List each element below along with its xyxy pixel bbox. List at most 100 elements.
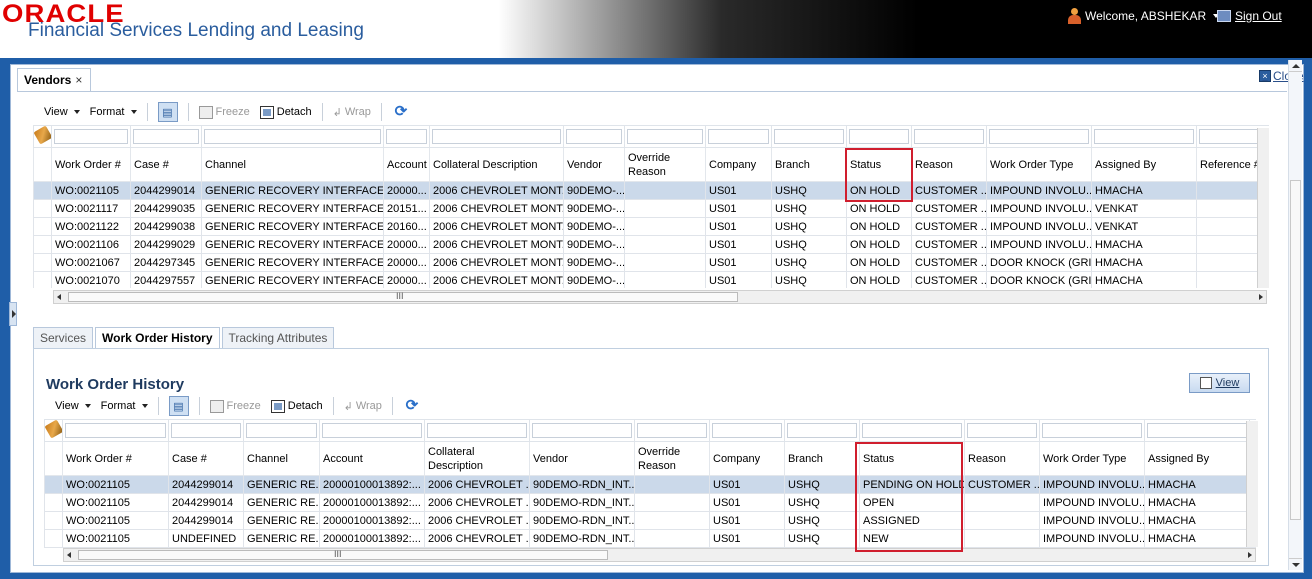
refresh-icon[interactable]: ⟳ xyxy=(403,397,421,415)
filter-input[interactable] xyxy=(708,129,769,144)
filter-input[interactable] xyxy=(54,129,128,144)
expand-panel-handle[interactable] xyxy=(9,302,17,326)
filter-input[interactable] xyxy=(862,423,962,438)
view-button[interactable]: View xyxy=(1189,373,1250,393)
col-header[interactable]: Company xyxy=(705,147,772,182)
col-header[interactable]: Channel xyxy=(243,441,320,476)
table-row[interactable]: WO:0021067 2044297345 GENERIC RECOVERY INT… xyxy=(33,253,1269,272)
filter-input[interactable] xyxy=(566,129,622,144)
col-header[interactable]: Account xyxy=(319,441,425,476)
table-row[interactable]: WO:0021070 2044297557 GENERIC RECOVERY INT… xyxy=(33,271,1269,288)
col-header[interactable]: Work Order # xyxy=(51,147,131,182)
filter-input[interactable] xyxy=(65,423,166,438)
col-header[interactable]: Branch xyxy=(771,147,847,182)
col-header[interactable]: Override Reason xyxy=(634,441,710,476)
tab-tracking-attributes[interactable]: Tracking Attributes xyxy=(221,327,335,349)
vendors-vertical-scrollbar[interactable] xyxy=(1257,128,1269,288)
filter-input[interactable] xyxy=(432,129,561,144)
clear-filter-cell[interactable] xyxy=(33,125,52,148)
history-horizontal-scrollbar[interactable]: III xyxy=(63,548,1256,562)
filter-input[interactable] xyxy=(532,423,632,438)
table-row[interactable]: WO:0021122 2044299038 GENERIC RECOVERY INT… xyxy=(33,217,1269,236)
scroll-thumb[interactable]: III xyxy=(68,291,738,302)
filter-input[interactable] xyxy=(427,423,527,438)
row-selector[interactable] xyxy=(33,235,52,254)
col-header[interactable]: Work Order Type xyxy=(986,147,1092,182)
table-row[interactable]: WO:0021105 2044299014 GENERIC RE... 2000010… xyxy=(44,475,1256,494)
row-selector[interactable] xyxy=(44,511,63,530)
row-selector[interactable] xyxy=(33,253,52,272)
col-header[interactable]: Work Order Type xyxy=(1039,441,1145,476)
tab-work-order-history[interactable]: Work Order History xyxy=(95,327,220,349)
row-selector[interactable] xyxy=(33,181,52,200)
row-selector[interactable] xyxy=(33,271,52,288)
detach-button[interactable]: Detach xyxy=(259,105,312,119)
detach-button[interactable]: Detach xyxy=(270,399,323,413)
format-menu[interactable]: Format xyxy=(90,106,137,118)
clear-filter-icon[interactable] xyxy=(45,420,62,439)
col-header[interactable]: Reason xyxy=(964,441,1040,476)
col-header[interactable]: Account xyxy=(383,147,430,182)
row-selector[interactable] xyxy=(44,493,63,512)
vendors-horizontal-scrollbar[interactable]: III xyxy=(53,290,1267,304)
col-header[interactable]: Override Reason xyxy=(624,147,706,182)
filter-input[interactable] xyxy=(1147,423,1247,438)
filter-input[interactable] xyxy=(133,129,199,144)
row-selector[interactable] xyxy=(44,475,63,494)
col-header[interactable]: Collateral Description xyxy=(429,147,564,182)
user-menu[interactable]: Welcome, ABSHEKAR xyxy=(1068,8,1220,24)
col-header[interactable]: Assigned By xyxy=(1144,441,1250,476)
freeze-button[interactable]: Freeze xyxy=(209,399,261,413)
wrap-button[interactable]: ↲ Wrap xyxy=(344,400,382,413)
query-by-example-icon[interactable]: ▤ xyxy=(168,396,189,416)
scroll-thumb[interactable] xyxy=(1290,180,1301,520)
query-by-example-icon[interactable]: ▤ xyxy=(157,102,178,122)
filter-input[interactable] xyxy=(787,423,857,438)
table-row[interactable]: WO:0021106 2044299029 GENERIC RECOVERY INT… xyxy=(33,235,1269,254)
clear-filter-cell[interactable] xyxy=(44,419,63,442)
scroll-left-button[interactable] xyxy=(67,552,71,558)
row-selector[interactable] xyxy=(33,217,52,236)
filter-input[interactable] xyxy=(1042,423,1142,438)
sign-out-link[interactable]: Sign Out xyxy=(1217,9,1282,23)
scroll-down-button[interactable] xyxy=(1289,558,1302,570)
scroll-up-button[interactable] xyxy=(1289,60,1302,72)
col-header[interactable]: Case # xyxy=(130,147,202,182)
col-header[interactable]: Channel xyxy=(201,147,384,182)
col-header[interactable]: Vendor xyxy=(529,441,635,476)
col-header[interactable]: Vendor xyxy=(563,147,625,182)
tab-vendors[interactable]: Vendors × xyxy=(17,68,91,92)
format-menu[interactable]: Format xyxy=(101,400,148,412)
filter-input[interactable] xyxy=(386,129,427,144)
col-header[interactable]: Company xyxy=(709,441,785,476)
col-header[interactable]: Work Order # xyxy=(62,441,169,476)
view-menu[interactable]: View xyxy=(55,400,91,412)
filter-input[interactable] xyxy=(246,423,317,438)
scroll-thumb[interactable]: III xyxy=(78,549,608,560)
filter-input[interactable] xyxy=(637,423,707,438)
filter-input[interactable] xyxy=(322,423,422,438)
table-row[interactable]: WO:0021105 UNDEFINED GENERIC RE... 20000100… xyxy=(44,529,1256,548)
row-selector[interactable] xyxy=(33,199,52,218)
page-scrollbar[interactable] xyxy=(1288,60,1302,570)
tab-services[interactable]: Services xyxy=(33,327,94,349)
view-menu[interactable]: View xyxy=(44,106,80,118)
freeze-button[interactable]: Freeze xyxy=(198,105,250,119)
table-row[interactable]: WO:0021105 2044299014 GENERIC RECOVERY INT… xyxy=(33,181,1269,200)
filter-input[interactable] xyxy=(171,423,241,438)
filter-input[interactable] xyxy=(712,423,782,438)
filter-input[interactable] xyxy=(914,129,984,144)
clear-filter-icon[interactable] xyxy=(34,126,51,145)
filter-input[interactable] xyxy=(989,129,1089,144)
filter-input[interactable] xyxy=(967,423,1037,438)
filter-input[interactable] xyxy=(204,129,381,144)
filter-input[interactable] xyxy=(627,129,703,144)
col-header[interactable]: Assigned By xyxy=(1091,147,1197,182)
col-header[interactable]: Branch xyxy=(784,441,860,476)
filter-input[interactable] xyxy=(774,129,844,144)
filter-input[interactable] xyxy=(849,129,909,144)
table-row[interactable]: WO:0021117 2044299035 GENERIC RECOVERY INT… xyxy=(33,199,1269,218)
refresh-icon[interactable]: ⟳ xyxy=(392,103,410,121)
col-header[interactable]: Reason xyxy=(911,147,987,182)
col-header[interactable]: Case # xyxy=(168,441,244,476)
